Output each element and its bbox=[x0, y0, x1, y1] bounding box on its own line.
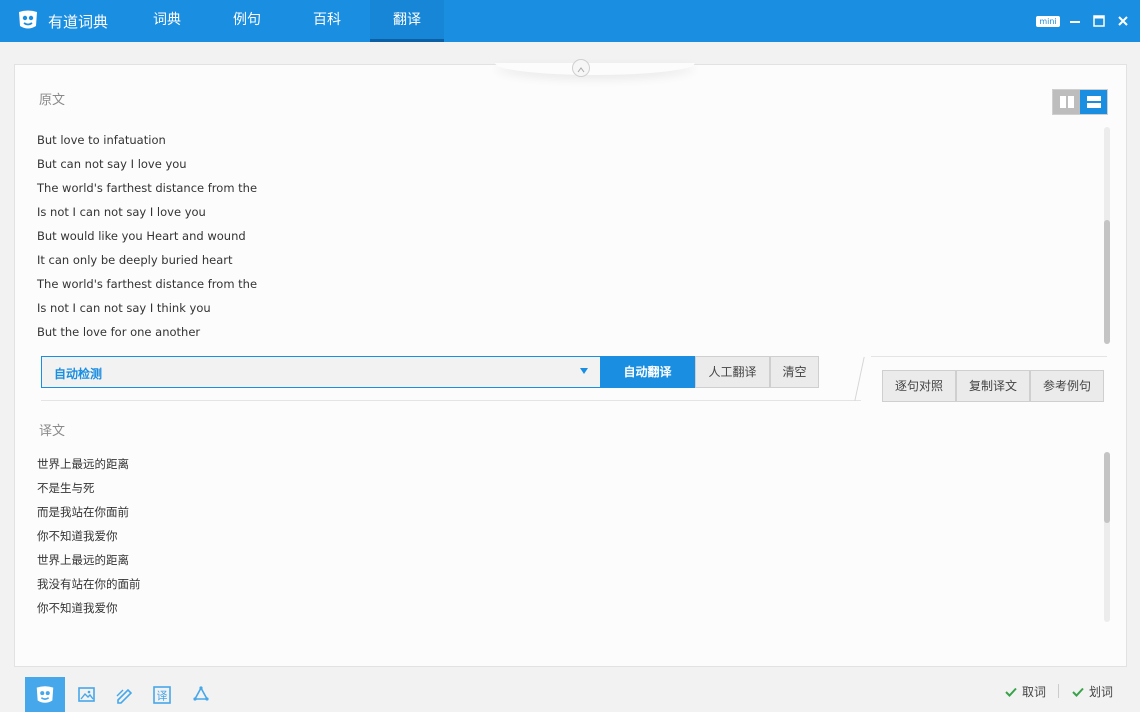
selection-translate-toggle[interactable]: 划词 bbox=[1072, 683, 1113, 700]
image-translate-icon bbox=[78, 686, 95, 702]
target-line: 你不知道我爱你 bbox=[37, 529, 118, 543]
checkmark-icon bbox=[1072, 687, 1084, 697]
collapse-handle[interactable] bbox=[572, 59, 590, 77]
checkmark-icon bbox=[1005, 687, 1017, 697]
chevron-up-icon bbox=[577, 67, 585, 73]
target-scrollbar-thumb[interactable] bbox=[1104, 452, 1110, 523]
word-capture-toggle[interactable]: 取词 bbox=[1005, 683, 1046, 700]
target-text[interactable]: 世界上最远的距离 不是生与死 而是我站在你面前 你不知道我爱你 世界上最远的距离… bbox=[37, 452, 141, 620]
tab-translate[interactable]: 翻译 bbox=[370, 0, 444, 42]
tab-encyclopedia[interactable]: 百科 bbox=[290, 0, 364, 42]
bottom-bar: 译 取词 划词 bbox=[0, 672, 1140, 712]
target-line: 而是我站在你面前 bbox=[37, 505, 129, 519]
minimize-button[interactable] bbox=[1066, 12, 1084, 30]
source-line: It can only be deeply buried heart bbox=[37, 253, 233, 267]
source-text[interactable]: But love to infatuation But can not say … bbox=[37, 128, 257, 344]
source-line: The world's farthest distance from the bbox=[37, 277, 258, 291]
target-title: 译文 bbox=[39, 424, 66, 439]
source-scrollbar[interactable] bbox=[1104, 127, 1110, 344]
pen-button[interactable] bbox=[105, 677, 145, 712]
pen-icon bbox=[116, 688, 133, 704]
source-scrollbar-thumb[interactable] bbox=[1104, 220, 1110, 344]
language-select-value: 自动检测 bbox=[54, 367, 103, 381]
source-line: But would like you Heart and wound bbox=[37, 229, 246, 243]
side-by-side-layout-button[interactable] bbox=[1053, 90, 1080, 114]
source-line: But the love for one another bbox=[37, 325, 201, 339]
close-icon bbox=[1118, 16, 1128, 26]
tab-dictionary[interactable]: 词典 bbox=[130, 0, 204, 42]
columns-icon bbox=[1059, 96, 1074, 108]
tab-examples[interactable]: 例句 bbox=[210, 0, 284, 42]
bottom-separator bbox=[1058, 684, 1059, 698]
selection-translate-label: 划词 bbox=[1089, 685, 1114, 699]
recycle-button[interactable] bbox=[181, 677, 221, 712]
toolbar-diagonal-divider bbox=[854, 357, 865, 401]
toolbar-divider-right bbox=[871, 356, 1107, 357]
youdao-logo-icon bbox=[36, 685, 54, 703]
source-line: Is not I can not say I think you bbox=[37, 301, 211, 315]
word-capture-label: 取词 bbox=[1022, 685, 1047, 699]
human-translate-button[interactable]: 人工翻译 bbox=[695, 356, 770, 388]
target-line: 你不知道我爱你 bbox=[37, 601, 118, 615]
source-line: But can not say I love you bbox=[37, 157, 187, 171]
translate-icon: 译 bbox=[153, 685, 171, 704]
sentence-compare-button[interactable]: 逐句对照 bbox=[882, 370, 956, 402]
target-line: 世界上最远的距离 bbox=[37, 457, 129, 471]
mini-mode-button[interactable]: mini bbox=[1036, 12, 1060, 30]
language-select[interactable]: 自动检测 bbox=[41, 356, 601, 388]
youdao-logo-icon bbox=[16, 8, 40, 32]
target-line: 我没有站在你的面前 bbox=[37, 577, 141, 591]
toolbar-divider bbox=[41, 400, 861, 401]
rows-icon bbox=[1086, 96, 1101, 108]
youdao-logo-button[interactable] bbox=[25, 677, 65, 712]
source-line: The world's farthest distance from the bbox=[37, 181, 258, 195]
clear-button[interactable]: 清空 bbox=[770, 356, 819, 388]
svg-text:译: 译 bbox=[157, 689, 168, 702]
maximize-button[interactable] bbox=[1090, 12, 1108, 30]
window-controls: mini bbox=[1036, 12, 1132, 30]
target-scrollbar[interactable] bbox=[1104, 452, 1110, 622]
target-line: 世界上最远的距离 bbox=[37, 553, 129, 567]
source-title: 原文 bbox=[39, 93, 66, 108]
copy-translation-button[interactable]: 复制译文 bbox=[956, 370, 1030, 402]
title-bar: 有道词典 词典 例句 百科 翻译 mini bbox=[0, 0, 1140, 42]
stacked-layout-button[interactable] bbox=[1080, 90, 1107, 114]
maximize-icon bbox=[1093, 15, 1105, 27]
minimize-icon bbox=[1070, 21, 1080, 23]
reference-examples-button[interactable]: 参考例句 bbox=[1030, 370, 1104, 402]
close-button[interactable] bbox=[1114, 12, 1132, 30]
auto-translate-button[interactable]: 自动翻译 bbox=[600, 356, 695, 388]
source-line: But love to infatuation bbox=[37, 133, 166, 147]
mini-label: mini bbox=[1036, 15, 1060, 27]
dropdown-arrow-icon bbox=[580, 368, 588, 374]
panel-top-shadow bbox=[495, 63, 695, 75]
layout-toggle bbox=[1052, 89, 1108, 115]
translate-button[interactable]: 译 bbox=[142, 677, 182, 712]
source-line: Is not I can not say I love you bbox=[37, 205, 206, 219]
image-translate-button[interactable] bbox=[67, 677, 107, 712]
target-line: 不是生与死 bbox=[37, 481, 95, 495]
translation-panel: 原文 But love to infatuation But can not s… bbox=[14, 59, 1127, 667]
recycle-icon bbox=[193, 685, 209, 701]
app-title: 有道词典 bbox=[48, 13, 109, 31]
